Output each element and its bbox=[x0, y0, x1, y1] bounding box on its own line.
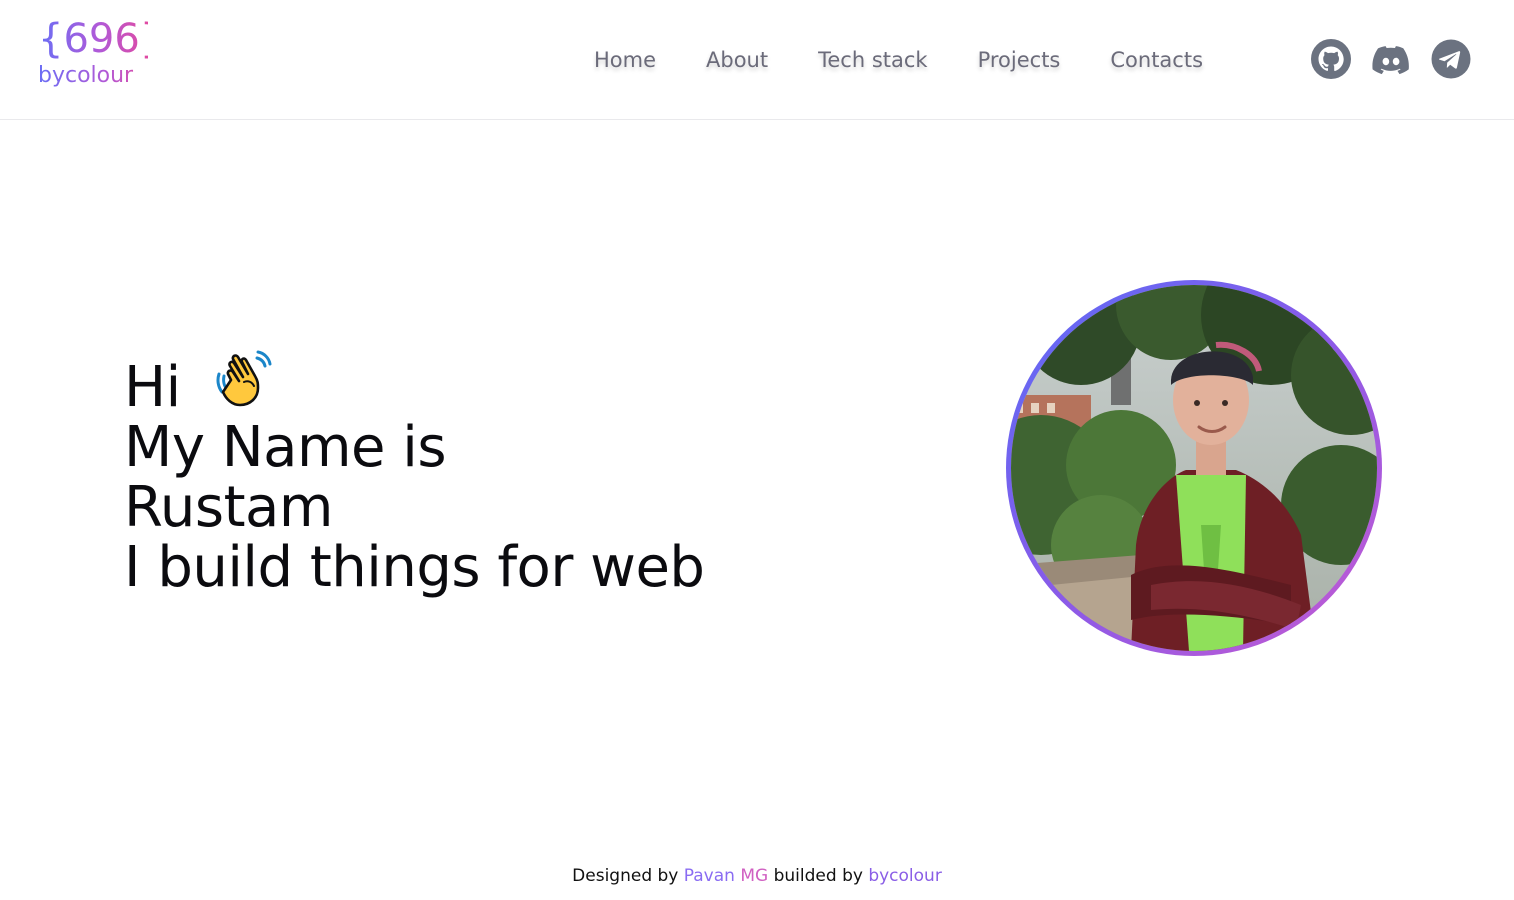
telegram-link[interactable] bbox=[1431, 39, 1471, 79]
footer-designer-link[interactable]: Pavan MG bbox=[684, 866, 768, 886]
nav-home[interactable]: Home bbox=[594, 48, 656, 72]
hero-name: Rustam bbox=[124, 475, 333, 540]
footer-designer-first: Pavan bbox=[683, 866, 735, 886]
hero-tagline: I build things for web bbox=[124, 535, 705, 600]
avatar-ring bbox=[1006, 280, 1382, 656]
footer-designer-last: MG bbox=[740, 866, 769, 886]
hero-name-intro: My Name is bbox=[124, 415, 447, 480]
social-links bbox=[1311, 39, 1471, 79]
nav-about[interactable]: About bbox=[706, 48, 768, 72]
nav-contacts[interactable]: Contacts bbox=[1110, 48, 1203, 72]
nav-tech-stack[interactable]: Tech stack bbox=[818, 48, 927, 72]
nav-projects[interactable]: Projects bbox=[978, 48, 1061, 72]
site-header: {696} bycolour Home About Tech stack Pro… bbox=[0, 0, 1514, 120]
logo-main: {696} bbox=[38, 16, 166, 62]
discord-link[interactable] bbox=[1371, 39, 1411, 79]
telegram-icon bbox=[1431, 39, 1471, 79]
github-link[interactable] bbox=[1311, 39, 1351, 79]
footer-builded-by: builded by bbox=[773, 866, 863, 886]
hero-greeting: Hi bbox=[124, 355, 181, 420]
hero: Hi My Name is Rustam I build things for … bbox=[124, 346, 824, 598]
waving-hand-icon bbox=[212, 346, 282, 416]
footer-designed-by: Designed by bbox=[572, 866, 679, 886]
main-nav: Home About Tech stack Projects Contacts bbox=[594, 44, 1203, 76]
github-icon bbox=[1311, 39, 1351, 79]
profile-photo bbox=[1011, 285, 1377, 651]
footer-builder-link[interactable]: bycolour bbox=[868, 866, 942, 886]
hero-greeting-line: Hi bbox=[124, 346, 824, 418]
site-footer: Designed by Pavan MG builded by bycolour bbox=[0, 866, 1514, 886]
logo-sub: bycolour bbox=[38, 62, 148, 90]
logo[interactable]: {696} bycolour bbox=[38, 14, 166, 98]
avatar bbox=[1011, 285, 1377, 651]
discord-icon bbox=[1372, 46, 1409, 75]
